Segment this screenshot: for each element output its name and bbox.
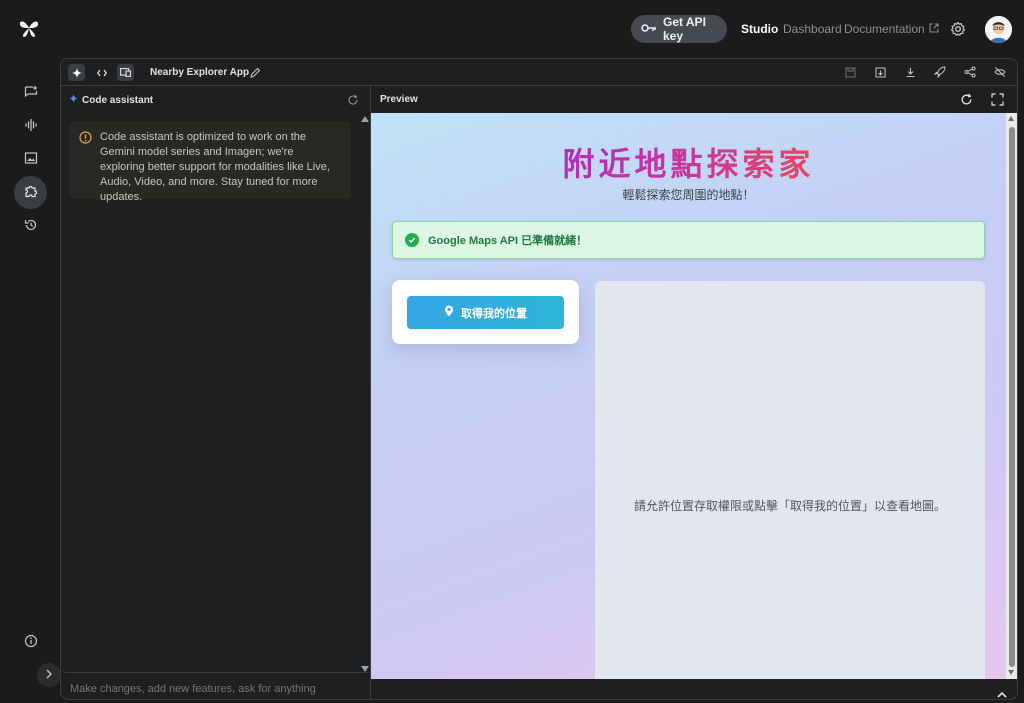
audio-waveform-icon[interactable] — [22, 116, 40, 134]
preview-scrollbar[interactable] — [1006, 113, 1017, 679]
location-control-card: 取得我的位置 — [392, 280, 579, 344]
build-apps-icon[interactable] — [22, 182, 40, 200]
code-brackets-icon — [96, 69, 107, 76]
nav-documentation-label: Documentation — [844, 22, 925, 36]
ai-studio-logo-icon[interactable] — [17, 16, 41, 40]
deploy-rocket-icon[interactable] — [933, 65, 947, 79]
visibility-off-icon[interactable] — [993, 65, 1007, 79]
download-icon[interactable] — [903, 65, 917, 79]
key-icon — [641, 22, 657, 36]
expand-sidebar-button[interactable] — [37, 663, 61, 687]
workspace-frame: Nearby Explorer App Code assistant Code … — [60, 58, 1018, 700]
panel-scroll-up-arrow[interactable] — [361, 116, 369, 122]
preview-viewport: 附近地點探索家 輕鬆探索您周圍的地點！ Google Maps API 已準備就… — [371, 113, 1006, 679]
edit-name-pencil-icon[interactable] — [249, 66, 261, 84]
chevron-right-icon — [45, 666, 53, 684]
nav-documentation-link[interactable]: Documentation — [844, 22, 939, 36]
code-view-button[interactable] — [93, 64, 110, 81]
save-icon[interactable] — [843, 65, 857, 79]
map-pin-icon — [444, 305, 454, 320]
sparkle-icon — [69, 94, 78, 106]
app-name-title: Nearby Explorer App — [150, 67, 250, 78]
code-assistant-panel: Code assistant Code assistant is optimiz… — [61, 86, 371, 699]
chevron-up-icon[interactable] — [997, 685, 1007, 699]
scroll-up-arrow[interactable] — [1008, 116, 1014, 121]
app-toolbar: Nearby Explorer App — [61, 59, 1017, 86]
preview-header: Preview — [371, 86, 1017, 113]
get-api-key-button[interactable]: Get API key — [631, 15, 727, 43]
share-icon[interactable] — [963, 65, 977, 79]
assistant-notice: Code assistant is optimized to work on t… — [69, 121, 351, 203]
chat-composer — [65, 672, 367, 699]
get-my-location-label: 取得我的位置 — [461, 307, 527, 320]
refresh-chat-icon[interactable] — [347, 93, 359, 111]
preview-title: Preview — [380, 94, 418, 105]
devices-icon — [120, 68, 131, 77]
app-subtitle: 輕鬆探索您周圍的地點！ — [622, 188, 755, 202]
top-bar: Get API key Studio Dashboard Documentati… — [0, 0, 1024, 58]
user-avatar[interactable] — [985, 16, 1012, 43]
code-assistant-header: Code assistant — [69, 94, 153, 106]
api-status-banner: Google Maps API 已準備就緒！ — [392, 221, 985, 259]
image-gallery-icon[interactable] — [22, 149, 40, 167]
map-placeholder-text: 請允許位置存取權限或點擊「取得我的位置」以查看地圖。 — [633, 499, 946, 513]
gemini-sparkle-button[interactable] — [68, 64, 85, 81]
save-to-drive-icon[interactable] — [873, 65, 887, 79]
map-container[interactable]: 請允許位置存取權限或點擊「取得我的位置」以查看地圖。 — [595, 281, 985, 679]
settings-gear-icon[interactable] — [950, 21, 966, 37]
chat-prompt-input[interactable] — [70, 683, 350, 695]
code-assistant-title: Code assistant — [82, 94, 154, 106]
device-preview-button[interactable] — [117, 64, 134, 81]
app-title-heading: 附近地點探索家 — [371, 139, 1006, 185]
preview-bottom-bar — [371, 679, 1017, 699]
fullscreen-icon[interactable] — [991, 93, 1005, 107]
info-icon[interactable] — [22, 632, 40, 650]
sparkle-icon — [71, 67, 82, 78]
api-status-text: Google Maps API 已準備就緒！ — [428, 235, 588, 247]
get-my-location-button[interactable]: 取得我的位置 — [407, 296, 564, 329]
assistant-notice-text: Code assistant is optimized to work on t… — [100, 131, 330, 203]
chat-prompt-icon[interactable] — [22, 83, 40, 101]
external-link-icon — [929, 22, 939, 36]
nav-dashboard-link[interactable]: Dashboard — [783, 22, 842, 36]
get-api-key-label: Get API key — [663, 15, 706, 43]
reload-preview-icon[interactable] — [960, 93, 974, 107]
scroll-down-arrow[interactable] — [1008, 670, 1014, 675]
warning-info-icon — [79, 131, 92, 149]
nav-studio-link[interactable]: Studio — [741, 22, 778, 36]
history-icon[interactable] — [22, 216, 40, 234]
scrollbar-thumb[interactable] — [1009, 127, 1015, 667]
check-circle-icon — [405, 233, 419, 247]
